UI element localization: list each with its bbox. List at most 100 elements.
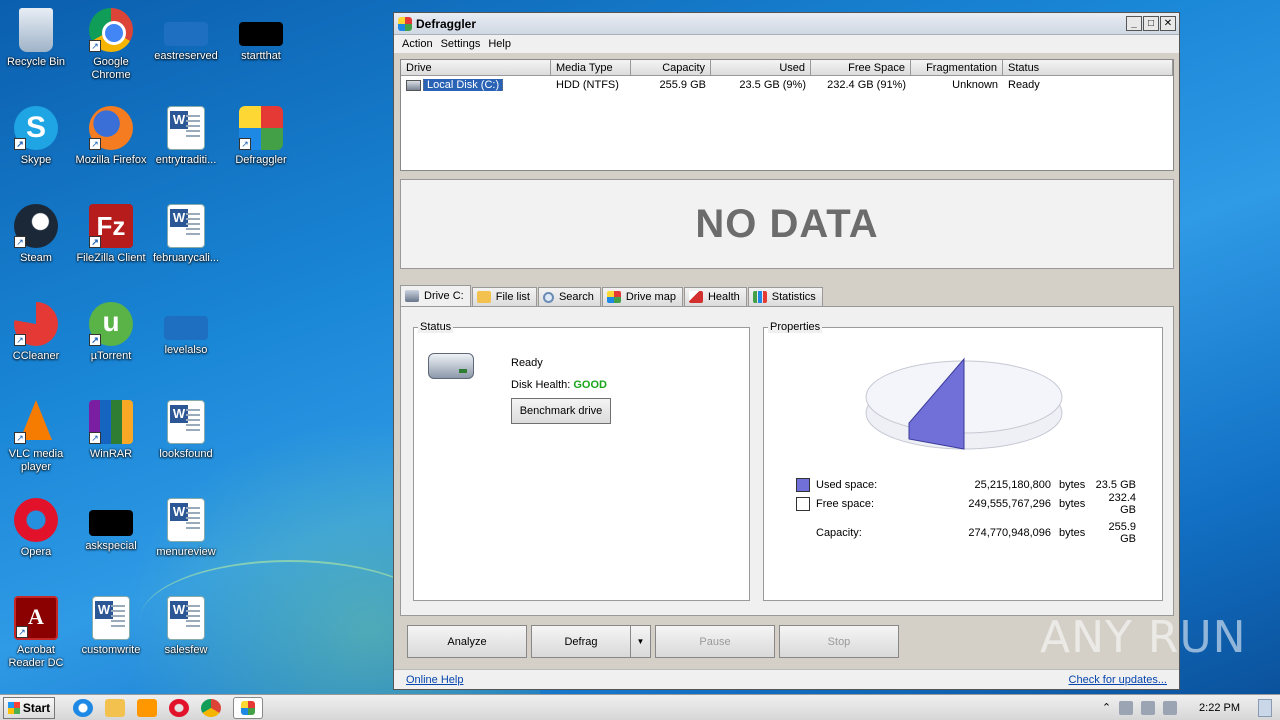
windows-logo-icon xyxy=(7,701,20,714)
filezilla-icon: Fz ↗ xyxy=(89,204,133,248)
free-unit: bytes xyxy=(1059,497,1086,510)
tab-drive-c[interactable]: Drive C: xyxy=(400,285,471,306)
column-status[interactable]: Status xyxy=(1003,60,1173,75)
desktop-icon-label: menureview xyxy=(156,546,216,558)
capacity-bytes: 274,770,948,096 xyxy=(968,526,1051,539)
desktop-icon-label: WinRAR xyxy=(89,448,133,460)
desktop-icon-februarycali[interactable]: februarycali... xyxy=(148,204,224,265)
desktop-icon-skype[interactable]: S ↗ Skype xyxy=(0,106,74,167)
desktop-icon-entrytraditi[interactable]: entrytraditi... xyxy=(148,106,224,167)
column-fragmentation[interactable]: Fragmentation xyxy=(911,60,1003,75)
desktop-icon-chrome[interactable]: ↗ Google Chrome xyxy=(73,8,149,82)
desktop-icon-eastreserved[interactable]: eastreserved xyxy=(148,8,224,63)
pause-button[interactable]: Pause xyxy=(655,625,775,658)
tab-drive-map[interactable]: Drive map xyxy=(601,287,683,306)
capacity-gb: 255.9 GB xyxy=(1108,520,1136,545)
drive-media: HDD (NTFS) xyxy=(556,79,619,91)
title-bar[interactable]: Defraggler _ □ ✕ xyxy=(394,13,1179,35)
file-icon xyxy=(164,22,208,46)
disk-health-value: GOOD xyxy=(573,379,607,391)
disk-health-label: Disk Health: xyxy=(511,379,571,391)
desktop-icon-startthat[interactable]: startthat xyxy=(223,8,299,63)
desktop-icon-recycle-bin[interactable]: Recycle Bin xyxy=(0,8,74,69)
desktop-icon-customwrite[interactable]: customwrite xyxy=(73,596,149,657)
desktop-icon-steam[interactable]: ↗ Steam xyxy=(0,204,74,265)
desktop-icon-salesfew[interactable]: salesfew xyxy=(148,596,224,657)
capacity-unit: bytes xyxy=(1059,526,1086,539)
desktop-icon-label: startthat xyxy=(241,50,281,62)
show-desktop-button[interactable] xyxy=(1258,698,1272,717)
desktop-icon-label: askspecial xyxy=(85,540,137,552)
status-legend: Status xyxy=(418,321,454,333)
tray-expand-icon[interactable]: ⌃ xyxy=(1102,701,1111,714)
tab-search[interactable]: Search xyxy=(537,287,601,306)
dropdown-arrow-icon[interactable]: ▼ xyxy=(630,626,650,657)
desktop-icon-winrar[interactable]: ↗ WinRAR xyxy=(73,400,149,461)
tab-health[interactable]: Health xyxy=(683,287,747,306)
analyze-button[interactable]: Analyze xyxy=(407,625,527,658)
system-tray: ⌃ 2:22 PM xyxy=(1102,698,1272,717)
desktop-icon-label: salesfew xyxy=(164,644,208,656)
drive-tab-panel: Status Ready Disk Health: GOOD Benchmark… xyxy=(400,306,1174,616)
desktop-icon-defraggler[interactable]: ↗ Defraggler xyxy=(223,106,299,167)
desktop-icon-label: Mozilla Firefox xyxy=(75,154,147,166)
defraggler-taskbar-button[interactable] xyxy=(233,696,263,719)
volume-icon[interactable] xyxy=(1163,700,1178,715)
properties-legend: Properties xyxy=(768,321,823,333)
column-free-space[interactable]: Free Space xyxy=(811,60,911,75)
minimize-button[interactable]: _ xyxy=(1126,16,1142,31)
defraggler-app-icon xyxy=(398,16,412,31)
drive-used: 23.5 GB (9%) xyxy=(739,79,806,91)
desktop-icon-utorrent[interactable]: u ↗ µTorrent xyxy=(73,302,149,363)
desktop-icon-ccleaner[interactable]: ↗ CCleaner xyxy=(0,302,74,363)
maximize-button[interactable]: □ xyxy=(1143,16,1159,31)
close-button[interactable]: ✕ xyxy=(1160,16,1176,31)
drive-row[interactable]: Local Disk (C:) HDD (NTFS) 255.9 GB 23.5… xyxy=(401,76,1173,94)
clock[interactable]: 2:22 PM xyxy=(1199,702,1240,714)
desktop-icon-label: levelalso xyxy=(164,344,208,356)
internet-explorer-icon[interactable] xyxy=(73,698,93,717)
file-explorer-icon[interactable] xyxy=(105,698,125,717)
benchmark-drive-button[interactable]: Benchmark drive xyxy=(511,398,611,424)
column-capacity[interactable]: Capacity xyxy=(631,60,711,75)
window-title: Defraggler xyxy=(416,16,477,31)
word-document-icon xyxy=(167,498,205,542)
column-media-type[interactable]: Media Type xyxy=(551,60,631,75)
desktop-icon-vlc[interactable]: ↗ VLC media player xyxy=(0,400,74,474)
desktop-icon-opera[interactable]: Opera xyxy=(0,498,74,559)
column-used[interactable]: Used xyxy=(711,60,811,75)
menu-settings[interactable]: Settings xyxy=(437,38,485,50)
tab-statistics[interactable]: Statistics xyxy=(747,287,823,306)
defrag-button[interactable]: Defrag ▼ xyxy=(531,625,651,658)
disk-health: Disk Health: GOOD xyxy=(511,379,607,391)
network-icon[interactable] xyxy=(1141,700,1156,715)
desktop-icon-menureview[interactable]: menureview xyxy=(148,498,224,559)
check-updates-link[interactable]: Check for updates... xyxy=(1069,674,1167,686)
tab-file-list[interactable]: File list xyxy=(471,287,537,306)
desktop-icon-acrobat[interactable]: ↗ Acrobat Reader DC xyxy=(0,596,74,670)
tab-label: Statistics xyxy=(771,291,816,303)
desktop-icon-askspecial[interactable]: askspecial xyxy=(73,498,149,553)
start-button[interactable]: Start xyxy=(3,696,55,719)
desktop-icon-label: VLC media player xyxy=(8,448,64,473)
online-help-link[interactable]: Online Help xyxy=(406,674,463,686)
opera-taskbar-icon[interactable] xyxy=(169,698,189,717)
desktop-icon-filezilla[interactable]: Fz ↗ FileZilla Client xyxy=(73,204,149,265)
steam-icon: ↗ xyxy=(14,204,58,248)
desktop-icon-label: µTorrent xyxy=(90,350,132,362)
menu-help[interactable]: Help xyxy=(484,38,515,50)
desktop-icon-looksfound[interactable]: looksfound xyxy=(148,400,224,461)
column-drive[interactable]: Drive xyxy=(401,60,551,75)
stop-button[interactable]: Stop xyxy=(779,625,899,658)
ccleaner-icon: ↗ xyxy=(14,302,58,346)
action-center-icon[interactable] xyxy=(1119,700,1134,715)
status-text: Ready xyxy=(511,357,543,369)
desktop-icon-firefox[interactable]: ↗ Mozilla Firefox xyxy=(73,106,149,167)
menu-action[interactable]: Action xyxy=(398,38,437,50)
desktop-icon-levelalso[interactable]: levelalso xyxy=(148,302,224,357)
drive-map-area: NO DATA xyxy=(400,179,1174,269)
used-label: Used space: xyxy=(816,478,878,491)
chrome-taskbar-icon[interactable] xyxy=(201,698,221,717)
hard-disk-icon xyxy=(406,79,421,91)
media-player-icon[interactable] xyxy=(137,698,157,717)
